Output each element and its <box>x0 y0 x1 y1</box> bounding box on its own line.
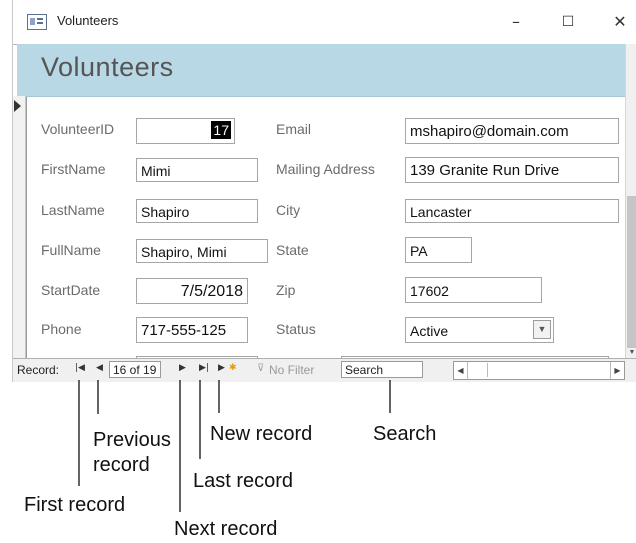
new-record-annotation: New record <box>210 423 313 445</box>
previous-record-annotation-line1: Previous <box>93 429 171 451</box>
next-record-annotation: Next record <box>174 518 278 540</box>
search-annotation: Search <box>373 423 437 445</box>
previous-record-annotation-line2: record <box>93 454 150 476</box>
last-record-annotation: Last record <box>193 470 294 492</box>
first-record-annotation: First record <box>24 494 126 516</box>
